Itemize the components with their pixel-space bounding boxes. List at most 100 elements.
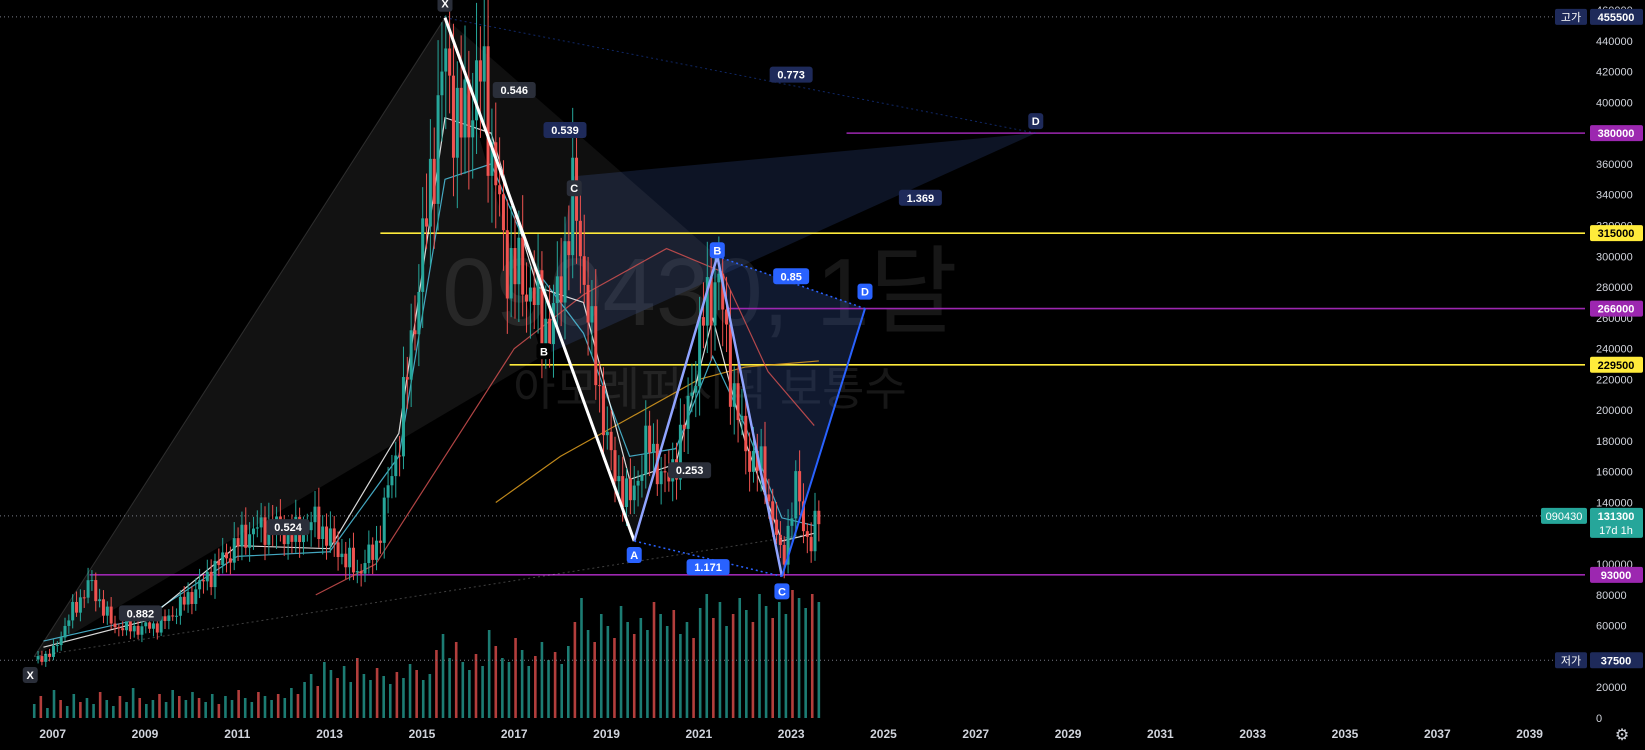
candle-body	[559, 276, 563, 303]
volume-bar	[520, 650, 524, 718]
candle-body	[578, 220, 582, 257]
candle-body	[378, 540, 382, 543]
volume-bar	[98, 692, 102, 718]
candle-body	[444, 48, 448, 72]
candle-body	[221, 552, 225, 566]
volume-bar	[652, 602, 656, 718]
ratio-label: 0.253	[676, 465, 704, 477]
volume-bar	[125, 702, 128, 718]
volume-bar	[797, 598, 801, 718]
volume-bar	[534, 656, 537, 718]
candle-body	[248, 534, 252, 548]
volume-bar	[791, 590, 794, 718]
candle-body	[67, 620, 71, 626]
volume-bar	[547, 660, 550, 718]
level-price-tag: 266000	[1598, 304, 1635, 316]
candle-body	[390, 476, 394, 486]
candle-body	[605, 431, 609, 436]
volume-bar	[72, 694, 76, 718]
x-tick-label: 2009	[132, 727, 159, 741]
candle-body	[332, 528, 336, 543]
volume-bar	[362, 674, 366, 718]
candle-body	[113, 623, 117, 628]
volume-bar	[764, 606, 768, 718]
volume-bar	[323, 662, 326, 718]
candle-body	[478, 60, 482, 82]
candle-body	[259, 517, 263, 528]
chart-canvas[interactable]: 090430, 1달 아모레퍼시픽 보통수 XXBCDABCD0.5240.54…	[0, 0, 1645, 750]
volume-bar	[263, 696, 267, 718]
candle-body	[548, 318, 552, 345]
point-label-small-d: D	[861, 287, 869, 299]
volume-bar	[758, 594, 761, 718]
volume-bar	[243, 698, 247, 718]
candle-body	[713, 282, 717, 326]
ratio-label: 1.369	[907, 193, 935, 205]
candle-body	[432, 158, 436, 204]
candle-body	[321, 526, 325, 539]
candle-body	[236, 538, 240, 547]
symbol-tag: 090430	[1546, 511, 1583, 523]
point-label-small-b: B	[713, 245, 721, 257]
volume-bar	[257, 692, 260, 718]
candle-body	[425, 218, 429, 227]
volume-bar	[250, 702, 254, 718]
volume-bar	[560, 664, 564, 718]
level-price-tag: 380000	[1598, 128, 1635, 140]
candle-body	[486, 46, 490, 176]
candle-body	[682, 424, 686, 429]
candle-body	[463, 79, 467, 138]
y-tick-label: 220000	[1596, 374, 1633, 386]
candle-body	[736, 383, 740, 421]
candle-body	[367, 544, 371, 564]
volume-bar	[303, 682, 306, 718]
candle-body	[117, 627, 121, 629]
volume-bar	[613, 638, 616, 718]
volume-bar	[290, 688, 293, 718]
y-tick-label: 0	[1596, 713, 1602, 725]
point-label-small-a: A	[630, 550, 638, 562]
candle-body	[648, 425, 652, 453]
y-tick-label: 200000	[1596, 405, 1633, 417]
x-tick-label: 2029	[1055, 727, 1082, 741]
volume-bar	[679, 634, 682, 718]
candle-body	[101, 599, 105, 616]
candle-body	[251, 528, 255, 535]
current-price-tag: 131300	[1598, 511, 1635, 523]
volume-bar	[784, 614, 788, 718]
y-tick-label: 20000	[1596, 682, 1627, 694]
candle-body	[451, 75, 455, 158]
y-tick-label: 60000	[1596, 621, 1627, 633]
candle-body	[525, 294, 529, 302]
candle-body	[509, 248, 513, 299]
candle-body	[690, 392, 694, 396]
candle-body	[167, 615, 171, 621]
candle-body	[405, 377, 409, 380]
volume-bar	[501, 658, 504, 718]
volume-bar	[751, 622, 755, 718]
candle-body	[698, 317, 702, 387]
volume-bar	[817, 602, 821, 718]
settings-gear-icon[interactable]: ⚙	[1615, 727, 1629, 744]
candle-body	[482, 46, 486, 82]
volume-bar	[804, 608, 807, 718]
candle-body	[694, 386, 698, 393]
volume-bar	[672, 610, 676, 718]
candle-body	[90, 580, 94, 582]
candle-body	[817, 510, 821, 525]
candle-body	[401, 377, 405, 457]
candle-body	[448, 48, 452, 76]
volume-bar	[309, 674, 313, 718]
candle-body	[186, 592, 190, 605]
y-tick-label: 400000	[1596, 97, 1633, 109]
candle-body	[455, 87, 459, 158]
volume-bar	[79, 702, 82, 718]
candle-body	[351, 547, 355, 573]
candle-body	[794, 471, 798, 519]
candle-body	[532, 287, 536, 305]
ratio-label: 0.773	[777, 70, 805, 82]
current-countdown: 17d 1h	[1599, 525, 1633, 537]
volume-bar	[388, 684, 392, 718]
level-price-tag: 315000	[1598, 228, 1635, 240]
volume-bar	[375, 668, 379, 718]
